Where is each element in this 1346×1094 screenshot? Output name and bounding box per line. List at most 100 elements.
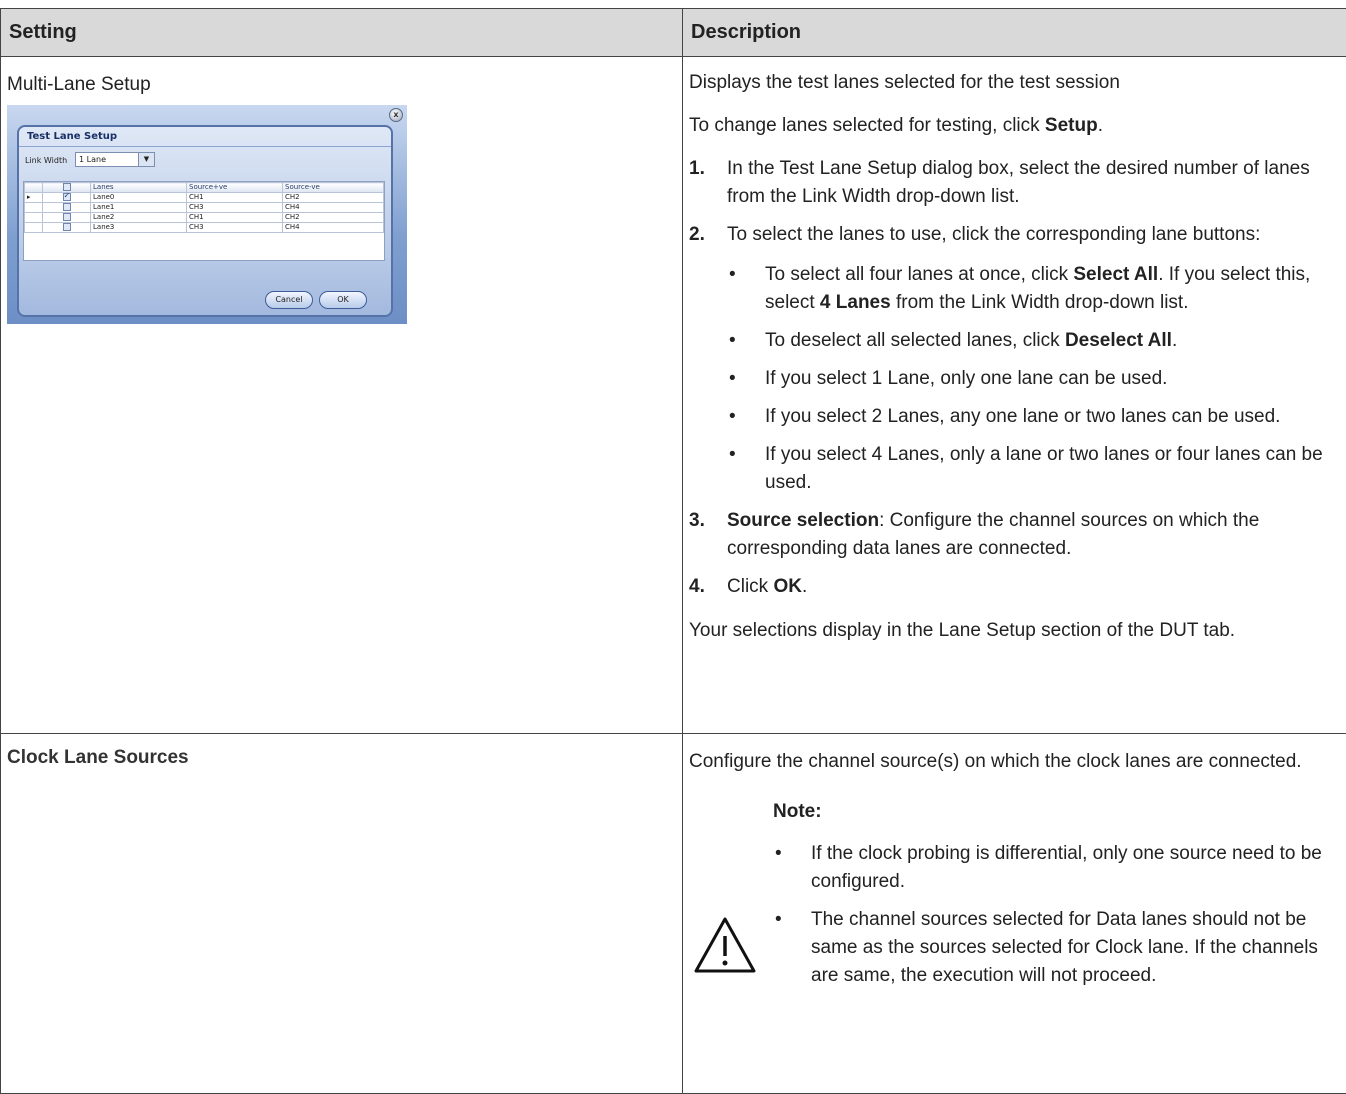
intro-text: Displays the test lanes selected for the… <box>689 69 1342 97</box>
setting-cell: Multi-Lane Setup x Test Lane Setup Link … <box>1 57 683 734</box>
lanes-grid: Lanes Source+ve Source-ve ▸ Lane0 CH1 CH… <box>23 181 385 261</box>
list-item: 1. In the Test Lane Setup dialog box, se… <box>689 155 1342 211</box>
note-block: Note: • If the clock probing is differen… <box>689 798 1342 990</box>
cancel-button[interactable]: Cancel <box>265 291 313 309</box>
step-number: 3. <box>689 507 705 535</box>
table-row[interactable]: Lane1 CH3 CH4 <box>25 203 384 213</box>
list-item: • To deselect all selected lanes, click … <box>727 327 1342 355</box>
lane-checkbox[interactable] <box>63 203 71 211</box>
list-item: 3. Source selection: Configure the chann… <box>689 507 1342 563</box>
source-pos[interactable]: CH1 <box>187 213 283 223</box>
lane-checkbox-cell <box>43 203 91 213</box>
step-text: In the Test Lane Setup dialog box, selec… <box>727 158 1310 207</box>
list-item: • If you select 1 Lane, only one lane ca… <box>727 365 1342 393</box>
setting-column-header: Setting <box>1 9 683 57</box>
bullet-icon: • <box>729 403 736 431</box>
divider <box>19 146 391 147</box>
setting-cell: Clock Lane Sources <box>1 734 683 1094</box>
closing-text: Your selections display in the Lane Setu… <box>689 617 1342 645</box>
ok-button[interactable]: OK <box>319 291 367 309</box>
dialog-panel: Test Lane Setup Link Width 1 Lane ▼ <box>17 125 393 317</box>
link-width-value: 1 Lane <box>79 155 106 164</box>
bullet-icon: • <box>729 365 736 393</box>
text-run: from the Link Width drop-down list. <box>891 292 1189 313</box>
lanes-grid-header: Lanes Source+ve Source-ve <box>25 183 384 193</box>
description-cell: Configure the channel source(s) on which… <box>683 734 1346 1094</box>
source-neg[interactable]: CH2 <box>283 193 384 203</box>
settings-table: Setting Description Multi-Lane Setup x T… <box>0 8 1346 1094</box>
text-run: . <box>1098 115 1103 136</box>
table-row: Multi-Lane Setup x Test Lane Setup Link … <box>1 57 1346 734</box>
source-pos[interactable]: CH3 <box>187 203 283 213</box>
bullet-icon: • <box>729 441 736 469</box>
source-neg[interactable]: CH2 <box>283 213 384 223</box>
select-all-checkbox[interactable] <box>63 183 71 191</box>
list-item: • If you select 2 Lanes, any one lane or… <box>727 403 1342 431</box>
step-text: To select the lanes to use, click the co… <box>727 224 1260 245</box>
source-neg-column-header: Source-ve <box>283 183 384 193</box>
deselect-all-term: Deselect All <box>1065 330 1172 351</box>
warning-icon <box>693 916 757 974</box>
setup-term: Setup <box>1045 115 1098 136</box>
chevron-down-icon: ▼ <box>138 153 154 166</box>
step-number: 2. <box>689 221 705 249</box>
text-run: . <box>802 576 807 597</box>
description-cell: Displays the test lanes selected for the… <box>683 57 1346 734</box>
close-icon[interactable]: x <box>389 108 403 122</box>
row-header-cell <box>25 203 43 213</box>
note-list: • If the clock probing is differential, … <box>773 840 1342 990</box>
test-lane-setup-screenshot: x Test Lane Setup Link Width 1 Lane ▼ <box>7 105 407 324</box>
bullet-icon: • <box>729 261 736 289</box>
source-neg[interactable]: CH4 <box>283 203 384 213</box>
dialog-title: Test Lane Setup <box>27 131 117 142</box>
table-row[interactable]: Lane2 CH1 CH2 <box>25 213 384 223</box>
row-header-cell <box>25 213 43 223</box>
note-text: The channel sources selected for Data la… <box>811 909 1318 986</box>
table-row: Clock Lane Sources Configure the channel… <box>1 734 1346 1094</box>
clock-lane-sources-title: Clock Lane Sources <box>7 744 676 772</box>
text-run: To deselect all selected lanes, click <box>765 330 1065 351</box>
lane-checkbox-cell <box>43 213 91 223</box>
lanes-column-header: Lanes <box>91 183 187 193</box>
list-item: • The channel sources selected for Data … <box>773 906 1342 990</box>
source-pos[interactable]: CH3 <box>187 223 283 233</box>
bullet-icon: • <box>775 840 782 868</box>
table-row[interactable]: ▸ Lane0 CH1 CH2 <box>25 193 384 203</box>
source-selection-term: Source selection <box>727 510 879 531</box>
lane-name: Lane1 <box>91 203 187 213</box>
link-width-label: Link Width <box>25 156 67 165</box>
clock-description: Configure the channel source(s) on which… <box>689 748 1342 776</box>
multi-lane-setup-title: Multi-Lane Setup <box>7 71 676 99</box>
text-run: If you select 1 Lane, only one lane can … <box>765 368 1167 389</box>
lane-checkbox[interactable] <box>63 213 71 221</box>
list-item: • If the clock probing is differential, … <box>773 840 1342 896</box>
lane-name: Lane3 <box>91 223 187 233</box>
text-run: Click <box>727 576 773 597</box>
lane-name: Lane2 <box>91 213 187 223</box>
lane-checkbox-cell <box>43 193 91 203</box>
text-run: If you select 2 Lanes, any one lane or t… <box>765 406 1280 427</box>
lane-name: Lane0 <box>91 193 187 203</box>
note-label: Note: <box>773 798 1342 826</box>
text-run: To select all four lanes at once, click <box>765 264 1073 285</box>
table-row[interactable]: Lane3 CH3 CH4 <box>25 223 384 233</box>
lane-checkbox-cell <box>43 223 91 233</box>
source-pos[interactable]: CH1 <box>187 193 283 203</box>
description-column-header: Description <box>683 9 1346 57</box>
select-all-term: Select All <box>1073 264 1158 285</box>
four-lanes-term: 4 Lanes <box>820 292 891 313</box>
select-all-cell <box>43 183 91 193</box>
source-neg[interactable]: CH4 <box>283 223 384 233</box>
lane-checkbox[interactable] <box>63 193 71 201</box>
list-item: • If you select 4 Lanes, only a lane or … <box>727 441 1342 497</box>
text-run: . <box>1172 330 1177 351</box>
text-run: If you select 4 Lanes, only a lane or tw… <box>765 444 1323 493</box>
lane-options-list: • To select all four lanes at once, clic… <box>727 261 1342 497</box>
list-item: 4. Click OK. <box>689 573 1342 601</box>
source-pos-column-header: Source+ve <box>187 183 283 193</box>
step-number: 1. <box>689 155 705 183</box>
step-number: 4. <box>689 573 705 601</box>
link-width-dropdown[interactable]: 1 Lane ▼ <box>75 152 155 167</box>
list-item: • To select all four lanes at once, clic… <box>727 261 1342 317</box>
lane-checkbox[interactable] <box>63 223 71 231</box>
